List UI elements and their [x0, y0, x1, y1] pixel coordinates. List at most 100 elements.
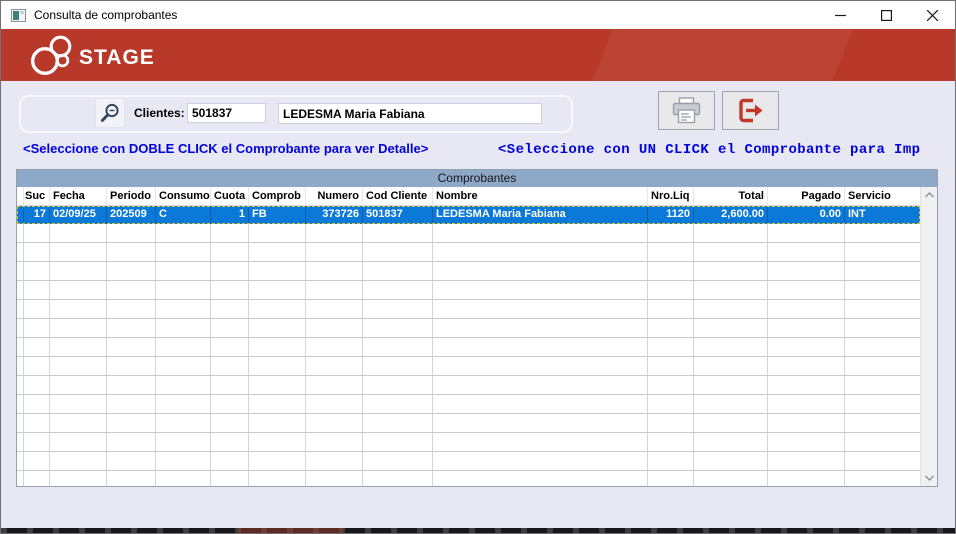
window-controls	[817, 1, 955, 29]
cell-cuota: 1	[211, 206, 249, 224]
close-button[interactable]	[909, 1, 955, 29]
column-header-comprob[interactable]: Comprob	[249, 187, 306, 206]
table-row-empty[interactable]	[17, 452, 920, 471]
table-row-empty[interactable]	[17, 376, 920, 395]
cell-fecha: 02/09/25	[50, 206, 107, 224]
table-row-empty[interactable]	[17, 414, 920, 433]
empty-cell	[694, 300, 768, 319]
comprobantes-table: Comprobantes Suc Fecha Periodo Consumo C…	[16, 169, 938, 487]
table-row-empty[interactable]	[17, 433, 920, 452]
empty-cell	[156, 281, 211, 300]
empty-cell	[768, 414, 845, 433]
empty-cell	[50, 319, 107, 338]
empty-cell	[694, 243, 768, 262]
column-header-pagado[interactable]: Pagado	[768, 187, 845, 206]
circles-logo-icon	[29, 34, 77, 76]
empty-cell	[249, 433, 306, 452]
table-row-empty[interactable]	[17, 319, 920, 338]
empty-cell	[845, 357, 920, 376]
empty-cell	[211, 224, 249, 243]
column-header-suc[interactable]: Suc	[22, 187, 50, 206]
empty-cell	[211, 338, 249, 357]
empty-cell	[363, 319, 433, 338]
empty-cell	[156, 452, 211, 471]
search-button[interactable]	[95, 98, 125, 128]
empty-cell	[363, 414, 433, 433]
cell-cod-cliente: 501837	[363, 206, 433, 224]
table-row-empty[interactable]	[17, 300, 920, 319]
column-header-cod-cliente[interactable]: Cod Cliente	[363, 187, 433, 206]
exit-button[interactable]	[722, 91, 779, 130]
empty-cell	[845, 452, 920, 471]
empty-cell	[22, 395, 50, 414]
empty-cell	[306, 471, 363, 486]
empty-cell	[363, 433, 433, 452]
maximize-button[interactable]	[863, 1, 909, 29]
column-header-nro-liq[interactable]: Nro.Liq	[648, 187, 694, 206]
client-code-input[interactable]	[187, 103, 266, 123]
close-icon	[927, 10, 938, 21]
column-header-numero[interactable]: Numero	[306, 187, 363, 206]
table-row-empty[interactable]	[17, 357, 920, 376]
table-row-selected[interactable]: 17 02/09/25 202509 C 1 FB 373726 501837 …	[17, 206, 920, 224]
table-row-empty[interactable]	[17, 395, 920, 414]
column-header-periodo[interactable]: Periodo	[107, 187, 156, 206]
empty-cell	[22, 338, 50, 357]
empty-cell	[107, 433, 156, 452]
empty-cell	[50, 281, 107, 300]
empty-cell	[845, 471, 920, 486]
empty-cell	[363, 300, 433, 319]
print-button[interactable]	[658, 91, 715, 130]
empty-cell	[845, 376, 920, 395]
column-header-cuota[interactable]: Cuota	[211, 187, 249, 206]
column-header-servicio[interactable]: Servicio	[845, 187, 920, 206]
empty-cell	[648, 452, 694, 471]
table-row-empty[interactable]	[17, 243, 920, 262]
empty-cell	[648, 338, 694, 357]
empty-cell	[50, 414, 107, 433]
minimize-button[interactable]	[817, 1, 863, 29]
column-header-fecha[interactable]: Fecha	[50, 187, 107, 206]
window-title: Consulta de comprobantes	[34, 8, 177, 22]
empty-cell	[50, 300, 107, 319]
empty-cell	[694, 376, 768, 395]
empty-cell	[107, 243, 156, 262]
table-row-empty[interactable]	[17, 262, 920, 281]
app-window: Consulta de comprobantes STAGE	[0, 0, 956, 534]
empty-cell	[845, 395, 920, 414]
empty-cell	[694, 471, 768, 486]
empty-cell	[768, 262, 845, 281]
table-row-empty[interactable]	[17, 224, 920, 243]
empty-cell	[211, 262, 249, 281]
empty-cell	[22, 300, 50, 319]
empty-cell	[433, 452, 648, 471]
title-bar[interactable]: Consulta de comprobantes	[1, 1, 955, 29]
empty-cell	[433, 433, 648, 452]
empty-cell	[768, 243, 845, 262]
empty-cell	[50, 376, 107, 395]
column-header-nombre[interactable]: Nombre	[433, 187, 648, 206]
empty-cell	[156, 243, 211, 262]
column-header-consumo[interactable]: Consumo	[156, 187, 211, 206]
empty-cell	[156, 262, 211, 281]
empty-cell	[107, 452, 156, 471]
empty-cell	[211, 395, 249, 414]
vertical-scrollbar[interactable]	[920, 187, 937, 486]
table-row-empty[interactable]	[17, 281, 920, 300]
empty-cell	[648, 319, 694, 338]
empty-cell	[648, 376, 694, 395]
table-body-empty	[17, 224, 920, 486]
table-row-empty[interactable]	[17, 471, 920, 486]
cell-comprob: FB	[249, 206, 306, 224]
client-name-input[interactable]	[278, 103, 542, 124]
chevron-down-icon[interactable]	[925, 475, 934, 481]
empty-cell	[50, 224, 107, 243]
empty-cell	[306, 357, 363, 376]
empty-cell	[768, 452, 845, 471]
empty-cell	[249, 300, 306, 319]
empty-cell	[156, 338, 211, 357]
column-header-total[interactable]: Total	[694, 187, 768, 206]
chevron-up-icon[interactable]	[925, 192, 934, 198]
table-header-row: Suc Fecha Periodo Consumo Cuota Comprob …	[17, 187, 920, 206]
table-row-empty[interactable]	[17, 338, 920, 357]
